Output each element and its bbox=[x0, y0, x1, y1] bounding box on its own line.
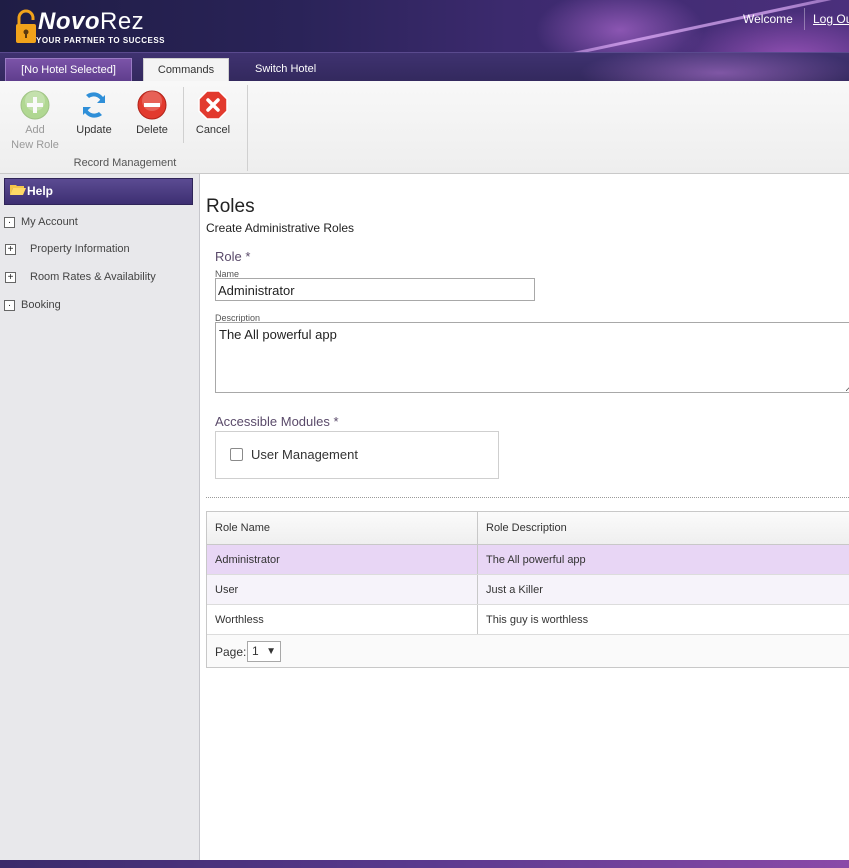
role-description-cell: This guy is worthless bbox=[486, 614, 589, 626]
modules-section-label: Accessible Modules * bbox=[215, 414, 339, 429]
lock-icon bbox=[16, 9, 36, 43]
update-button[interactable]: Update bbox=[69, 89, 119, 138]
sidebar-item-label: Room Rates & Availability bbox=[30, 271, 156, 283]
add-icon bbox=[20, 90, 50, 120]
tab-commands[interactable]: Commands bbox=[143, 58, 229, 83]
cancel-label: Cancel bbox=[195, 124, 231, 136]
add-new-role-button[interactable]: Add New Role bbox=[10, 89, 60, 153]
modules-list: User Management bbox=[215, 431, 499, 479]
refresh-icon bbox=[83, 92, 105, 118]
delete-label: Delete bbox=[136, 124, 168, 136]
section-divider bbox=[206, 497, 849, 498]
logout-link[interactable]: Log Out bbox=[813, 12, 849, 26]
tab-switch-hotel[interactable]: Switch Hotel bbox=[255, 58, 316, 82]
cancel-button[interactable]: Cancel bbox=[188, 89, 238, 138]
ribbon-divider bbox=[183, 87, 184, 143]
add-label-line2: New Role bbox=[11, 139, 59, 151]
table-row[interactable]: User Just a Killer bbox=[207, 575, 849, 605]
footer-strip bbox=[0, 860, 849, 868]
tab-hotel-selector[interactable]: [No Hotel Selected] bbox=[5, 58, 132, 82]
sidebar: Help · My Account + Property Information… bbox=[0, 174, 200, 860]
role-section-label: Role * bbox=[215, 249, 251, 264]
page-select[interactable]: 1 ▼ bbox=[247, 641, 281, 662]
user-management-label[interactable]: User Management bbox=[251, 447, 358, 462]
help-label: Help bbox=[27, 184, 54, 198]
page-title: Roles bbox=[206, 196, 255, 217]
main-content: Roles Create Administrative Roles Role *… bbox=[200, 174, 849, 860]
expand-toggle-icon[interactable]: · bbox=[4, 300, 15, 311]
role-name-cell: User bbox=[207, 575, 478, 604]
role-description-cell: The All powerful app bbox=[486, 554, 586, 566]
app-header: NovoRez YOUR PARTNER TO SUCCESS Welcome … bbox=[0, 0, 849, 52]
folder-open-icon bbox=[10, 185, 26, 195]
column-header-role-name[interactable]: Role Name bbox=[207, 512, 478, 544]
table-row[interactable]: Administrator The All powerful app bbox=[207, 545, 849, 575]
sidebar-item-booking[interactable]: · Booking bbox=[4, 297, 194, 315]
update-label: Update bbox=[76, 124, 112, 136]
sidebar-item-label: Booking bbox=[21, 299, 61, 311]
role-name-cell: Worthless bbox=[207, 605, 478, 634]
page-select-value: 1 bbox=[252, 644, 259, 658]
page-label: Page: bbox=[215, 645, 247, 659]
column-header-role-description[interactable]: Role Description bbox=[478, 512, 849, 544]
sidebar-item-label: My Account bbox=[21, 216, 78, 228]
sidebar-item-property-information[interactable]: + Property Information bbox=[5, 241, 195, 259]
role-description-cell: Just a Killer bbox=[486, 584, 543, 596]
delete-button[interactable]: Delete bbox=[127, 89, 177, 138]
role-description-textarea[interactable]: The All powerful app bbox=[215, 322, 849, 393]
user-management-checkbox[interactable] bbox=[230, 448, 243, 461]
dropdown-arrow-icon: ▼ bbox=[266, 646, 276, 657]
page-subtitle: Create Administrative Roles bbox=[206, 221, 355, 235]
expand-toggle-icon[interactable]: + bbox=[5, 244, 16, 255]
cancel-icon bbox=[198, 90, 228, 120]
header-divider bbox=[804, 8, 805, 30]
sidebar-item-label: Property Information bbox=[30, 243, 130, 255]
table-header-row: Role Name Role Description bbox=[207, 512, 849, 545]
sidebar-item-my-account[interactable]: · My Account bbox=[4, 214, 194, 232]
role-name-cell: Administrator bbox=[207, 545, 478, 574]
delete-icon bbox=[137, 90, 167, 120]
expand-toggle-icon[interactable]: · bbox=[4, 217, 15, 228]
table-row[interactable]: Worthless This guy is worthless bbox=[207, 605, 849, 635]
brand-tagline: YOUR PARTNER TO SUCCESS bbox=[36, 36, 165, 45]
roles-table: Role Name Role Description Administrator… bbox=[206, 511, 849, 668]
command-ribbon: Add New Role Update Delete Cancel Record… bbox=[0, 81, 849, 174]
sidebar-item-room-rates[interactable]: + Room Rates & Availability bbox=[5, 269, 195, 287]
welcome-text: Welcome bbox=[743, 12, 793, 26]
tab-bar: [No Hotel Selected] Commands Switch Hote… bbox=[0, 52, 849, 83]
sidebar-help-header[interactable]: Help bbox=[4, 178, 193, 205]
add-label-line1: Add bbox=[25, 124, 45, 136]
table-pager: Page: 1 ▼ bbox=[207, 635, 849, 667]
header-decoration bbox=[525, 0, 849, 52]
expand-toggle-icon[interactable]: + bbox=[5, 272, 16, 283]
ribbon-group-label: Record Management bbox=[73, 157, 177, 169]
role-name-input[interactable] bbox=[215, 278, 535, 301]
brand-name: NovoRez bbox=[38, 8, 145, 35]
